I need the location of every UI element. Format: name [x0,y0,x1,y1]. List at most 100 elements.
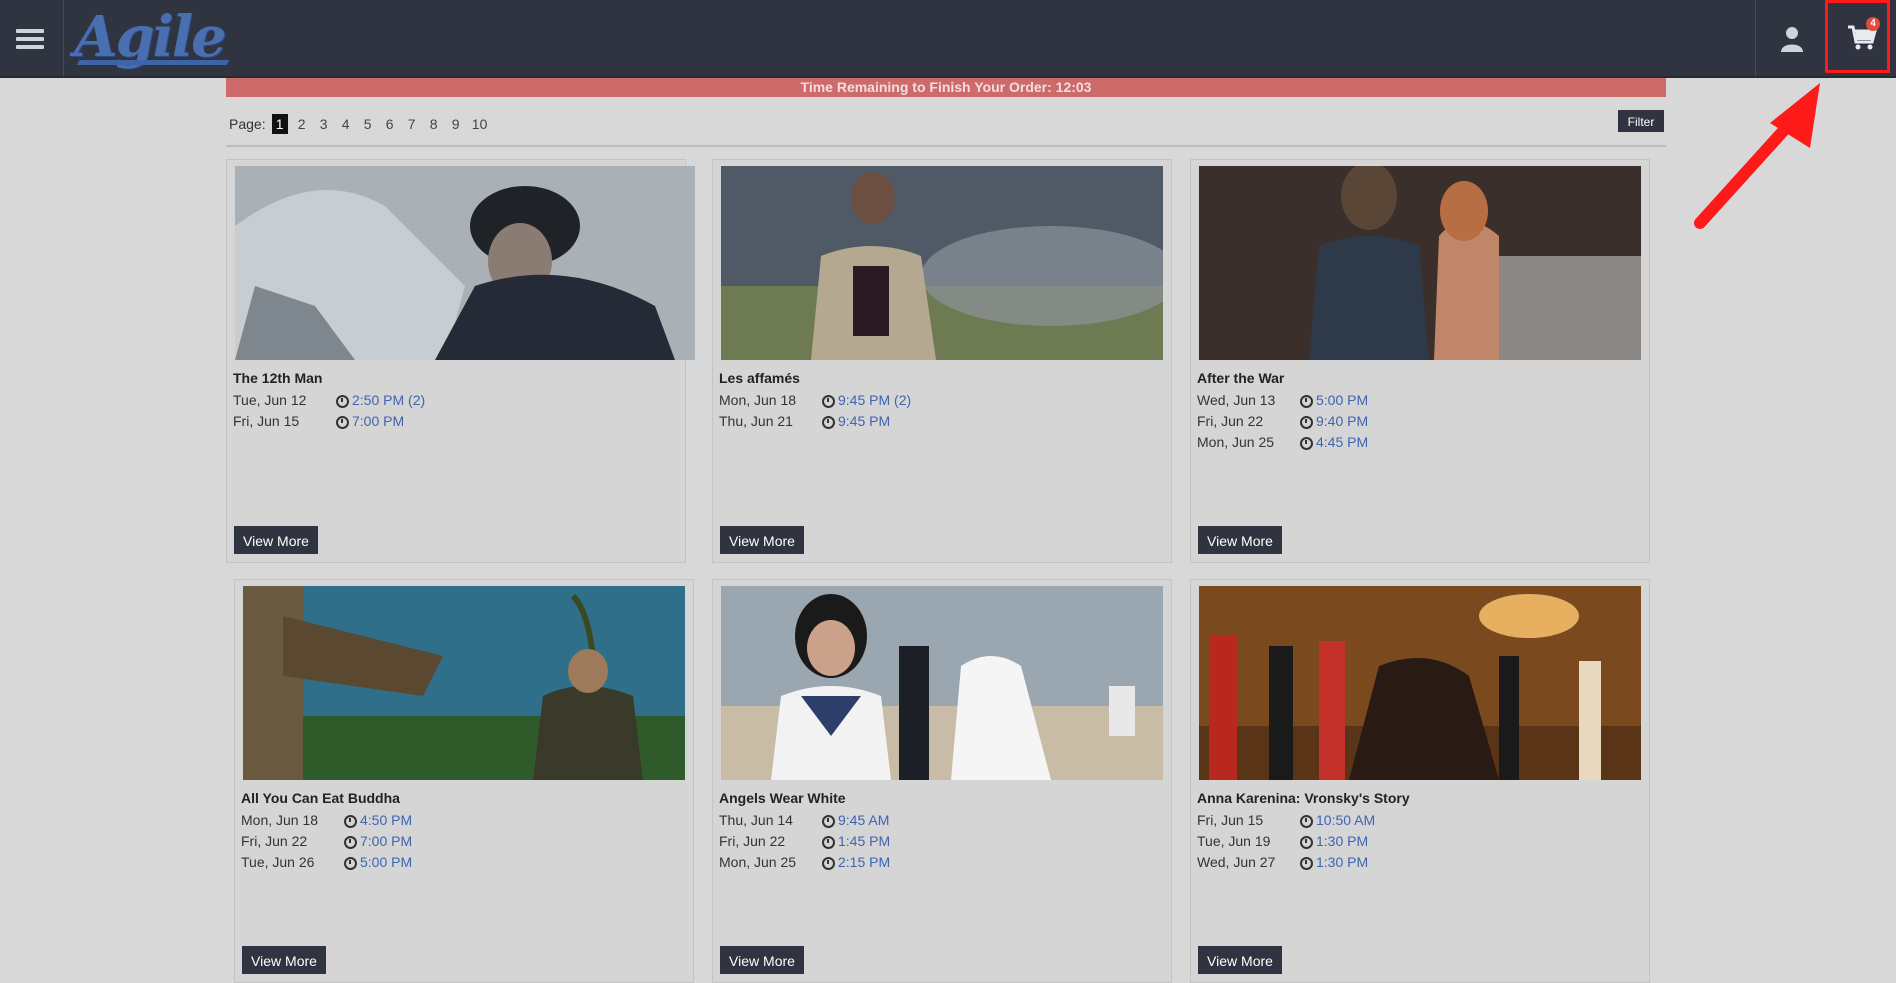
showtime-link[interactable]: 1:30 PM [1316,833,1368,849]
clock-icon [344,815,357,828]
showtime-link[interactable]: 4:45 PM [1316,434,1368,450]
showtime-link[interactable]: 5:00 PM [360,854,412,870]
showtime-link[interactable]: 9:45 PM [838,413,890,429]
film-card: Angels Wear White Thu, Jun 14 9:45 AM Fri… [712,579,1172,983]
film-still-image[interactable] [1199,586,1641,780]
show-date: Fri, Jun 22 [1197,413,1264,429]
film-still-image[interactable] [243,586,685,780]
show-date: Mon, Jun 18 [719,392,797,408]
clock-icon [1300,395,1313,408]
film-title[interactable]: After the War [1197,370,1284,386]
showtime-row: Thu, Jun 14 9:45 AM [719,812,1139,833]
film-title[interactable]: Anna Karenina: Vronsky's Story [1197,790,1410,806]
showtime-link[interactable]: 10:50 AM [1316,812,1375,828]
showtime-row: Mon, Jun 25 4:45 PM [1197,434,1617,455]
showtime-link[interactable]: 9:45 PM (2) [838,392,911,408]
view-more-button[interactable]: View More [234,526,318,554]
filter-button[interactable]: Filter [1618,110,1664,132]
view-more-button[interactable]: View More [1198,946,1282,974]
page-4[interactable]: 4 [338,116,354,132]
film-title[interactable]: Les affamés [719,370,800,386]
film-title[interactable]: Angels Wear White [719,790,846,806]
logo-swoosh [76,60,230,65]
showtimes-list: Mon, Jun 18 4:50 PM Fri, Jun 22 7:00 PM Tu… [241,812,661,875]
film-card: The 12th Man Tue, Jun 12 2:50 PM (2) Fri,… [226,159,695,563]
showtime-link[interactable]: 9:45 AM [838,812,889,828]
showtime-row: Fri, Jun 22 9:40 PM [1197,413,1617,434]
showtime-row: Fri, Jun 15 7:00 PM [233,413,653,434]
view-more-button[interactable]: View More [1198,526,1282,554]
top-navbar: Agile 4 [0,0,1896,78]
film-still-image[interactable] [721,586,1163,780]
show-date: Fri, Jun 22 [241,833,308,849]
film-still-image[interactable] [1199,166,1641,360]
time-remaining-banner: Time Remaining to Finish Your Order: 12:… [226,78,1666,97]
menu-icon[interactable] [0,0,64,76]
clock-icon [1300,416,1313,429]
showtime-row: Mon, Jun 18 9:45 PM (2) [719,392,1139,413]
showtime-row: Mon, Jun 25 2:15 PM [719,854,1139,875]
page-2[interactable]: 2 [294,116,310,132]
showtime-link[interactable]: 1:45 PM [838,833,890,849]
showtime-link[interactable]: 7:00 PM [352,413,404,429]
showtime-link[interactable]: 7:00 PM [360,833,412,849]
clock-icon [822,395,835,408]
show-date: Fri, Jun 22 [719,833,786,849]
showtime-row: Fri, Jun 22 1:45 PM [719,833,1139,854]
page-10[interactable]: 10 [470,116,490,132]
clock-icon [336,416,349,429]
user-icon[interactable] [1780,26,1804,52]
film-title[interactable]: All You Can Eat Buddha [241,790,400,806]
showtimes-list: Wed, Jun 13 5:00 PM Fri, Jun 22 9:40 PM Mo… [1197,392,1617,455]
showtime-row: Wed, Jun 13 5:00 PM [1197,392,1617,413]
view-more-button[interactable]: View More [720,526,804,554]
film-card: Les affamés Mon, Jun 18 9:45 PM (2) Thu, … [712,159,1172,563]
showtimes-list: Fri, Jun 15 10:50 AM Tue, Jun 19 1:30 PM W… [1197,812,1617,875]
show-date: Tue, Jun 12 [233,392,307,408]
show-date: Mon, Jun 18 [241,812,319,828]
clock-icon [1300,815,1313,828]
annotation-arrow [1694,83,1820,229]
showtime-link[interactable]: 5:00 PM [1316,392,1368,408]
film-card: All You Can Eat Buddha Mon, Jun 18 4:50 P… [234,579,694,983]
showtime-row: Mon, Jun 18 4:50 PM [241,812,661,833]
clock-icon [822,857,835,870]
clock-icon [1300,857,1313,870]
showtime-link[interactable]: 9:40 PM [1316,413,1368,429]
film-still-image[interactable] [235,166,695,360]
showtimes-list: Mon, Jun 18 9:45 PM (2) Thu, Jun 21 9:45 P… [719,392,1139,434]
view-more-button[interactable]: View More [720,946,804,974]
showtime-row: Tue, Jun 26 5:00 PM [241,854,661,875]
showtime-link[interactable]: 2:15 PM [838,854,890,870]
film-title[interactable]: The 12th Man [233,370,322,386]
page-9[interactable]: 9 [448,116,464,132]
clock-icon [336,395,349,408]
show-date: Mon, Jun 25 [719,854,797,870]
page-7[interactable]: 7 [404,116,420,132]
film-card: Anna Karenina: Vronsky's Story Fri, Jun … [1190,579,1650,983]
showtime-link[interactable]: 4:50 PM [360,812,412,828]
film-card: After the War Wed, Jun 13 5:00 PM Fri, Ju… [1190,159,1650,563]
showtime-row: Wed, Jun 27 1:30 PM [1197,854,1617,875]
showtime-link[interactable]: 2:50 PM (2) [352,392,425,408]
page-8[interactable]: 8 [426,116,442,132]
clock-icon [344,836,357,849]
agile-logo[interactable]: Agile [74,6,227,68]
clock-icon [344,857,357,870]
show-date: Fri, Jun 15 [1197,812,1264,828]
showtime-row: Fri, Jun 15 10:50 AM [1197,812,1617,833]
showtime-link[interactable]: 1:30 PM [1316,854,1368,870]
page-3[interactable]: 3 [316,116,332,132]
showtime-row: Tue, Jun 19 1:30 PM [1197,833,1617,854]
cart-highlight-box [1825,0,1890,73]
show-date: Wed, Jun 27 [1197,854,1276,870]
page-1[interactable]: 1 [271,114,288,134]
pagination: Page: 1 2 3 4 5 6 7 8 9 10 [229,114,496,134]
show-date: Thu, Jun 14 [719,812,793,828]
show-date: Thu, Jun 21 [719,413,793,429]
page-5[interactable]: 5 [360,116,376,132]
page-6[interactable]: 6 [382,116,398,132]
clock-icon [1300,437,1313,450]
film-still-image[interactable] [721,166,1163,360]
view-more-button[interactable]: View More [242,946,326,974]
